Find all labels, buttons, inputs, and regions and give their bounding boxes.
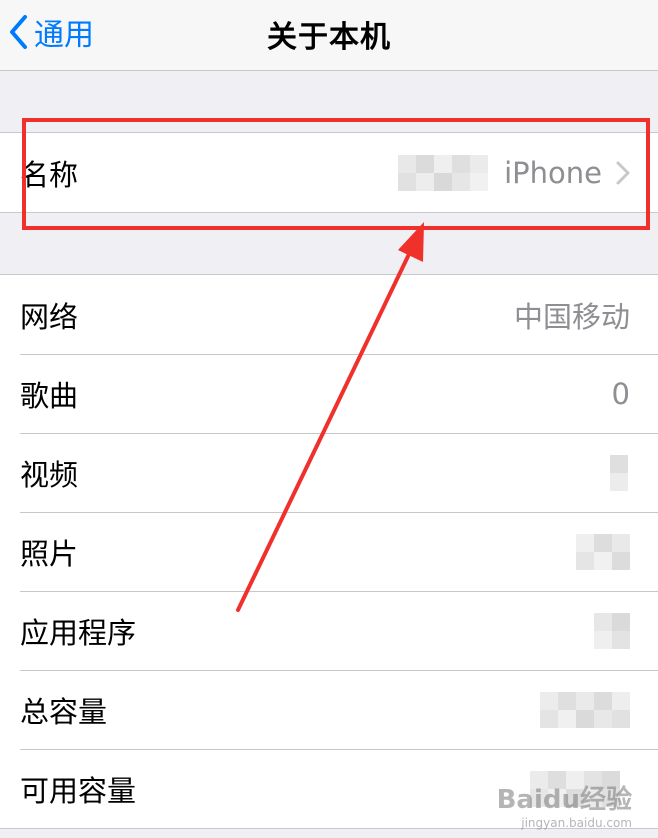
list-item-videos: 视频 <box>0 433 658 512</box>
name-label: 名称 <box>20 157 79 192</box>
list-item-apps: 应用程序 <box>0 591 658 670</box>
redacted-mosaic <box>610 454 630 491</box>
row-label: 总容量 <box>20 694 108 729</box>
row-label: 网络 <box>20 299 79 334</box>
device-name-text: iPhone <box>504 155 602 190</box>
redacted-mosaic <box>398 154 498 191</box>
info-group: 网络 中国移动 歌曲 0 视频 照片 应用程序 总容量 可用容量 <box>0 274 658 829</box>
navigation-bar: 通用 关于本机 <box>0 0 658 71</box>
redacted-mosaic <box>576 533 630 570</box>
row-value: 0 <box>611 376 630 411</box>
page-title: 关于本机 <box>267 20 391 55</box>
watermark: Baidu经验 jingyan.baidu.com <box>497 779 632 830</box>
row-label: 应用程序 <box>20 615 137 650</box>
row-value: 中国移动 <box>513 299 630 334</box>
name-group: 名称 iPhone <box>0 132 658 213</box>
list-item-photos: 照片 <box>0 512 658 591</box>
name-value: iPhone <box>398 154 630 191</box>
list-item-songs: 歌曲 0 <box>0 354 658 433</box>
name-row[interactable]: 名称 iPhone <box>0 133 658 212</box>
row-label: 可用容量 <box>20 773 137 808</box>
row-label: 照片 <box>20 536 79 571</box>
chevron-right-icon <box>616 161 630 184</box>
list-item-network: 网络 中国移动 <box>0 275 658 354</box>
redacted-mosaic <box>540 691 630 728</box>
redacted-mosaic <box>594 612 630 649</box>
row-label: 歌曲 <box>20 378 79 413</box>
watermark-text: Baidu经验 <box>496 785 632 815</box>
list-item-total-capacity: 总容量 <box>0 670 658 749</box>
row-label: 视频 <box>20 457 79 492</box>
watermark-url: jingyan.baidu.com <box>521 816 632 830</box>
